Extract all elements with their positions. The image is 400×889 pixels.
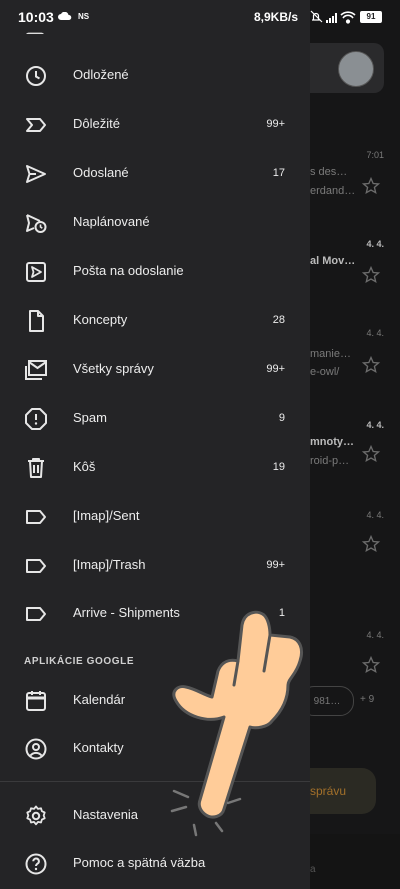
clock: 10:03 (18, 9, 54, 25)
bottom-nav: a (310, 834, 400, 889)
drawer-item-label: Nastavenia (73, 807, 139, 822)
ns-indicator: NS (78, 12, 90, 21)
mail-subject: s des… (310, 166, 348, 178)
drawer-item-scheduled[interactable]: Naplánované (0, 199, 310, 247)
mail-snippet: roid-p… (310, 455, 350, 467)
drawer-item-count: 99+ (266, 118, 285, 130)
status-bar: 10:03 NS 8,9KB/s 91 (0, 0, 400, 34)
mail-subject: al Mov… (310, 255, 356, 267)
drawer-item-count: 17 (272, 167, 285, 179)
spam-icon (25, 408, 47, 430)
mail-subject: mnoty… (310, 436, 354, 448)
mail-snippet: erdand… (310, 185, 356, 197)
cloud-icon (58, 12, 72, 20)
google-apps-heading: APLIKÁCIE GOOGLE (24, 656, 135, 667)
star-icon[interactable] (361, 655, 381, 675)
drawer-item-count: 99+ (266, 559, 285, 571)
signal-icon (326, 13, 337, 23)
gear-icon (26, 805, 46, 826)
help-icon (25, 853, 47, 875)
drawer-item-count: 28 (272, 314, 285, 326)
account-avatar[interactable] (338, 51, 374, 87)
drawer-item-label: Odoslané (73, 165, 129, 180)
important-icon (26, 118, 46, 132)
drawer-item-imap-trash[interactable]: [Imap]/Trash 99+ (0, 542, 310, 590)
network-speed: 8,9KB/s (254, 10, 299, 24)
star-icon[interactable] (361, 355, 381, 375)
drawer-item-imap-sent[interactable]: [Imap]/Sent (0, 493, 310, 541)
drawer-item-label: [Imap]/Trash (73, 557, 146, 572)
drawer-item-important[interactable]: Dôležité 99+ (0, 101, 310, 149)
drawer-item-label: Dôležité (73, 116, 120, 131)
label-icon (26, 607, 46, 621)
drawer-item-label: Odložené (73, 67, 129, 82)
drawer-item-sent[interactable]: Odoslané 17 (0, 150, 310, 198)
drawer-item-outbox[interactable]: Pošta na odoslanie (0, 248, 310, 296)
drawer-item-all-mail[interactable]: Všetky správy 99+ (0, 346, 310, 394)
all-mail-icon (25, 360, 47, 380)
drawer-item-label: Spam (73, 410, 107, 425)
mail-date: 4. 4. (366, 239, 384, 249)
drawer-item-snoozed[interactable]: Odložené (0, 52, 310, 100)
trash-icon (28, 458, 44, 478)
drawer-item-help[interactable]: Pomoc a spätná väzba (0, 840, 310, 888)
contacts-icon (25, 738, 47, 760)
drawer-item-label: Kontakty (73, 740, 124, 755)
mail-date: 4. 4. (366, 510, 384, 520)
drawer-item-label: Kôš (73, 459, 96, 474)
compose-label: správu (310, 784, 347, 798)
calendar-icon (26, 691, 46, 711)
drawer-item-count: 9 (278, 412, 285, 424)
mail-date: 7:01 (366, 150, 384, 160)
mute-icon (310, 10, 323, 23)
drawer-item-label: Kalendár (73, 692, 126, 707)
draft-icon (29, 310, 44, 332)
drawer-item-trash[interactable]: Kôš 19 (0, 444, 310, 492)
bottom-nav-label: a (310, 864, 316, 875)
label-icon (26, 559, 46, 573)
drawer-item-label: [Imap]/Sent (73, 508, 140, 523)
label-icon (26, 510, 46, 524)
mail-snippet: e-owl/ (310, 366, 340, 378)
scheduled-send-icon (26, 214, 47, 233)
drawer-item-label: Pomoc a spätná väzba (73, 855, 206, 870)
drawer-item-label: Pošta na odoslanie (73, 263, 184, 278)
drawer-item-label: Všetky správy (73, 361, 154, 376)
drawer-item-label: Koncepty (73, 312, 128, 327)
status-icons (310, 10, 356, 24)
star-icon[interactable] (361, 444, 381, 464)
outbox-icon (26, 262, 46, 282)
clock-icon (26, 66, 46, 86)
mail-date: 4. 4. (366, 328, 384, 338)
battery-icon: 91 (360, 11, 382, 23)
wifi-icon (340, 11, 356, 24)
drawer-item-count: 99+ (266, 363, 285, 375)
drawer-item-label: Naplánované (73, 214, 150, 229)
pointing-hand-icon (170, 610, 304, 837)
star-icon[interactable] (361, 265, 381, 285)
drawer-item-count: 19 (272, 461, 285, 473)
mail-date: 4. 4. (366, 630, 384, 640)
more-attachments: + 9 (360, 694, 375, 705)
send-icon (26, 165, 46, 183)
drawer-item-drafts[interactable]: Koncepty 28 (0, 297, 310, 345)
mail-date: 4. 4. (366, 420, 384, 430)
mail-subject: manie… (310, 348, 351, 360)
star-icon[interactable] (361, 176, 381, 196)
drawer-item-spam[interactable]: Spam 9 (0, 395, 310, 443)
star-icon[interactable] (361, 534, 381, 554)
